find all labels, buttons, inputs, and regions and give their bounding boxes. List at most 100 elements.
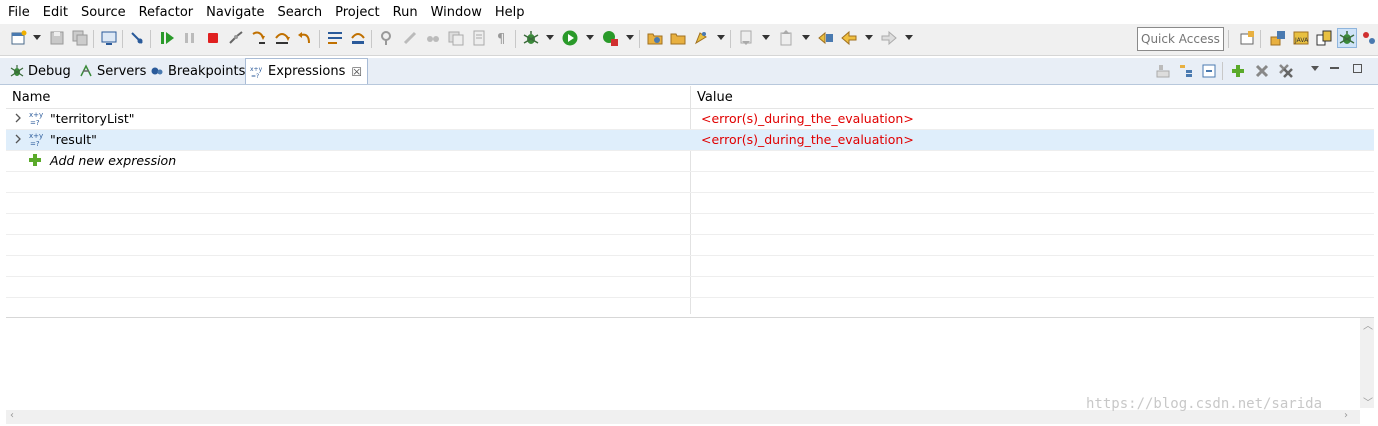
terminate-icon[interactable] bbox=[204, 29, 222, 47]
step-into-icon[interactable] bbox=[250, 29, 268, 47]
quick-access-field[interactable] bbox=[1137, 27, 1224, 51]
java-ee-perspective-icon[interactable] bbox=[1269, 29, 1287, 47]
resume-icon[interactable] bbox=[158, 29, 176, 47]
scroll-down-icon[interactable]: ﹀ bbox=[1363, 394, 1373, 409]
git-perspective-icon[interactable] bbox=[1360, 29, 1376, 47]
open-folder-icon[interactable] bbox=[669, 29, 687, 47]
table-row[interactable]: x+y =? "result" <error(s)_during_the_eval… bbox=[6, 130, 1374, 151]
minimize-icon[interactable] bbox=[1330, 67, 1339, 69]
menu-refactor[interactable]: Refactor bbox=[139, 5, 194, 20]
maximize-icon[interactable] bbox=[1353, 64, 1362, 73]
run-icon[interactable] bbox=[561, 29, 579, 47]
svg-text:=?: =? bbox=[30, 140, 40, 147]
svg-text:x+y: x+y bbox=[250, 66, 263, 73]
next-annotation-icon[interactable] bbox=[737, 29, 755, 47]
debug-icon[interactable] bbox=[522, 29, 540, 47]
menu-file[interactable]: File bbox=[8, 5, 30, 20]
display-icon[interactable] bbox=[447, 29, 465, 47]
tab-label: Breakpoints bbox=[168, 63, 246, 79]
svg-text:=?: =? bbox=[30, 119, 40, 126]
drop-to-frame-icon[interactable] bbox=[326, 29, 344, 47]
external-tools-icon[interactable] bbox=[601, 29, 619, 47]
use-step-filters-icon[interactable] bbox=[349, 29, 367, 47]
expression-icon: x+y=? bbox=[29, 111, 43, 126]
scroll-right-icon[interactable]: › bbox=[1344, 410, 1348, 421]
step-over-icon[interactable] bbox=[273, 29, 291, 47]
open-task-icon[interactable] bbox=[692, 29, 710, 47]
column-header-value[interactable]: Value bbox=[697, 90, 733, 105]
remove-all-icon[interactable] bbox=[1278, 63, 1294, 79]
show-logical-structure-icon[interactable] bbox=[1178, 63, 1194, 79]
tab-debug[interactable]: Debug bbox=[10, 58, 71, 84]
pen-icon[interactable] bbox=[401, 29, 419, 47]
tab-breakpoints[interactable]: Breakpoints bbox=[150, 58, 245, 84]
add-expression-icon[interactable] bbox=[1230, 63, 1246, 79]
view-tab-bar: Debug Servers Breakpoints x+y =? Expressi… bbox=[0, 58, 1378, 85]
console-icon[interactable] bbox=[100, 29, 118, 47]
tab-label: Servers bbox=[97, 63, 147, 79]
expressions-icon: x+y=? bbox=[250, 66, 263, 79]
new-icon[interactable] bbox=[10, 29, 28, 47]
menu-bar: File Edit Source Refactor Navigate Searc… bbox=[0, 0, 1378, 24]
menu-search[interactable]: Search bbox=[277, 5, 322, 20]
save-icon[interactable] bbox=[48, 29, 66, 47]
svg-text:¶: ¶ bbox=[497, 32, 505, 47]
empty-row bbox=[6, 277, 1374, 298]
expression-name: "territoryList" bbox=[50, 111, 135, 126]
tab-servers[interactable]: Servers bbox=[79, 58, 146, 84]
view-menu-icon[interactable] bbox=[1311, 66, 1319, 71]
empty-row bbox=[6, 172, 1374, 193]
show-type-names-icon[interactable] bbox=[1155, 63, 1171, 79]
bug-icon bbox=[10, 65, 24, 77]
disconnect-icon[interactable] bbox=[227, 29, 245, 47]
breakpoints-icon bbox=[151, 67, 163, 75]
inspect-icon[interactable] bbox=[378, 29, 396, 47]
tab-label: Expressions bbox=[268, 64, 346, 79]
forward-icon[interactable] bbox=[880, 29, 898, 47]
scroll-left-icon[interactable]: ‹ bbox=[10, 410, 14, 421]
watch-icon[interactable] bbox=[424, 29, 442, 47]
menu-run[interactable]: Run bbox=[393, 5, 418, 20]
add-expression-label[interactable]: Add new expression bbox=[50, 153, 176, 168]
svg-text:x+y: x+y bbox=[29, 111, 43, 119]
horizontal-scrollbar[interactable]: ‹ › bbox=[6, 410, 1360, 424]
back-icon[interactable] bbox=[840, 29, 858, 47]
menu-project[interactable]: Project bbox=[335, 5, 379, 20]
expression-value: <error(s)_during_the_evaluation> bbox=[701, 111, 914, 126]
close-icon[interactable]: ☒ bbox=[351, 65, 362, 79]
execute-icon[interactable] bbox=[470, 29, 488, 47]
menu-edit[interactable]: Edit bbox=[43, 5, 68, 20]
collapse-all-icon[interactable] bbox=[1201, 63, 1217, 79]
menu-source[interactable]: Source bbox=[81, 5, 126, 20]
debug-perspective-icon[interactable] bbox=[1337, 28, 1357, 48]
menu-help[interactable]: Help bbox=[495, 5, 525, 20]
chevron-right-icon[interactable] bbox=[14, 133, 22, 145]
last-edit-location-icon[interactable] bbox=[817, 29, 835, 47]
skip-breakpoints-icon[interactable] bbox=[128, 29, 146, 47]
show-whitespace-icon[interactable]: ¶ bbox=[493, 29, 511, 47]
save-all-icon[interactable] bbox=[71, 29, 89, 47]
suspend-icon[interactable] bbox=[181, 29, 199, 47]
column-header-name[interactable]: Name bbox=[12, 90, 50, 105]
tab-expressions[interactable]: x+y =? Expressions ☒ bbox=[245, 58, 369, 84]
empty-row bbox=[6, 214, 1374, 235]
team-sync-perspective-icon[interactable] bbox=[1315, 29, 1333, 47]
remove-icon[interactable] bbox=[1254, 63, 1270, 79]
open-perspective-icon[interactable] bbox=[1238, 29, 1256, 47]
svg-text:x+y: x+y bbox=[29, 132, 43, 140]
expressions-table: Name Value x+y =? "territoryList" <error(… bbox=[6, 86, 1374, 314]
vertical-scrollbar[interactable]: ︿ ﹀ bbox=[1360, 317, 1374, 409]
open-type-icon[interactable] bbox=[646, 29, 664, 47]
menu-navigate[interactable]: Navigate bbox=[206, 5, 264, 20]
previous-annotation-icon[interactable] bbox=[777, 29, 795, 47]
step-return-icon[interactable] bbox=[296, 29, 314, 47]
table-row[interactable]: x+y =? "territoryList" <error(s)_during_t… bbox=[6, 109, 1374, 130]
expression-name: "result" bbox=[50, 132, 97, 147]
chevron-right-icon[interactable] bbox=[14, 112, 22, 124]
add-expression-row[interactable]: Add new expression bbox=[6, 151, 1374, 172]
expression-icon: x+y=? bbox=[29, 132, 43, 147]
svg-text:JAVA: JAVA bbox=[1294, 37, 1309, 44]
menu-window[interactable]: Window bbox=[431, 5, 482, 20]
java-perspective-icon[interactable]: JAVA bbox=[1292, 29, 1310, 47]
scroll-up-icon[interactable]: ︿ bbox=[1363, 317, 1373, 332]
